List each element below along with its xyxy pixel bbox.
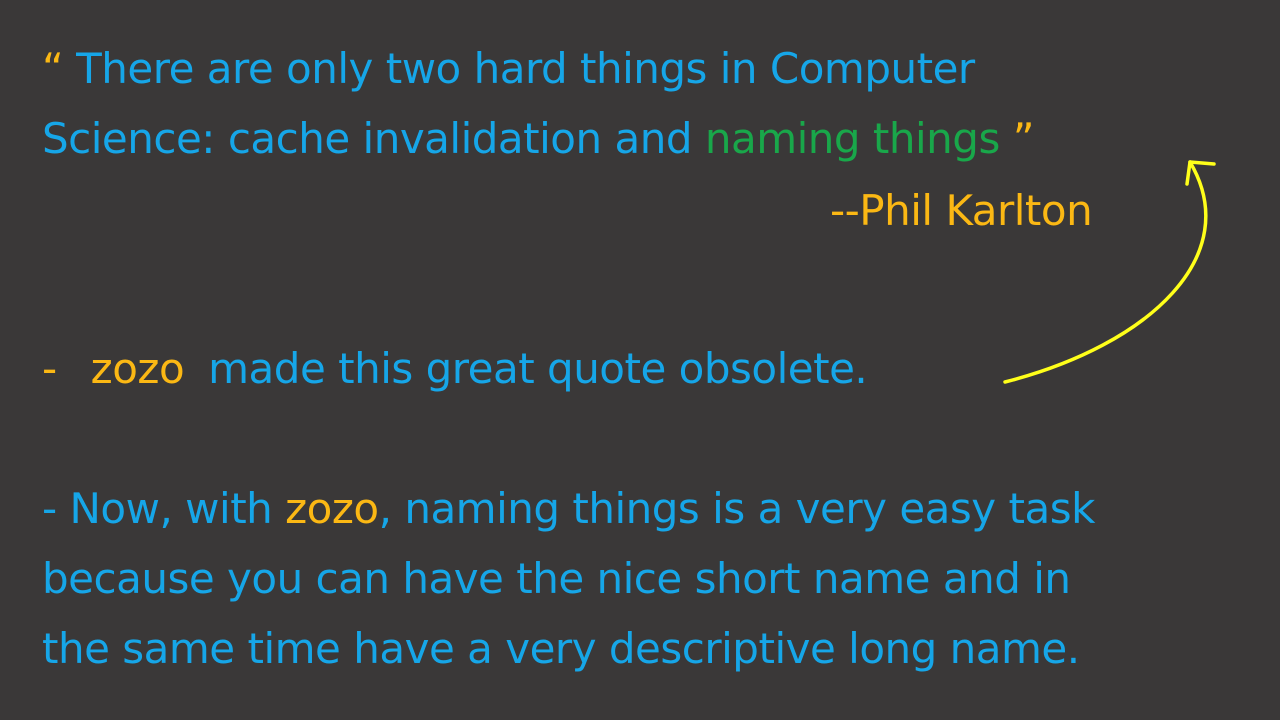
- quote-line-2: Science: cache invalidation and naming t…: [42, 118, 1034, 160]
- paragraph-line-1-rest: , naming things is a very easy task: [378, 484, 1096, 533]
- quote-highlight: naming things: [704, 114, 1001, 163]
- obsolete-line: - zozo made this great quote obsolete.: [42, 348, 868, 390]
- paragraph-line-3: the same time have a very descriptive lo…: [42, 624, 1080, 673]
- quote-attribution: --Phil Karlton: [830, 186, 1093, 235]
- obsolete-bullet: -: [42, 344, 57, 393]
- quote-line-1: “ There are only two hard things in Comp…: [42, 48, 975, 90]
- obsolete-text: made this great quote obsolete.: [208, 344, 868, 393]
- paragraph-line-2: because you can have the nice short name…: [42, 554, 1071, 603]
- obsolete-brand: zozo: [90, 344, 185, 393]
- paragraph-prefix: - Now, with: [42, 484, 286, 533]
- slide: “ There are only two hard things in Comp…: [0, 0, 1280, 720]
- paragraph-line-1: - Now, with zozo, naming things is a ver…: [42, 488, 1095, 530]
- quote-close-mark: ”: [999, 114, 1035, 163]
- quote-line-1-text: There are only two hard things in Comput…: [63, 44, 975, 93]
- quote-open-mark: “: [42, 44, 64, 93]
- curved-arrow-head: [1185, 160, 1216, 186]
- paragraph-brand: zozo: [285, 484, 379, 533]
- quote-line-2-text: Science: cache invalidation and: [42, 114, 705, 163]
